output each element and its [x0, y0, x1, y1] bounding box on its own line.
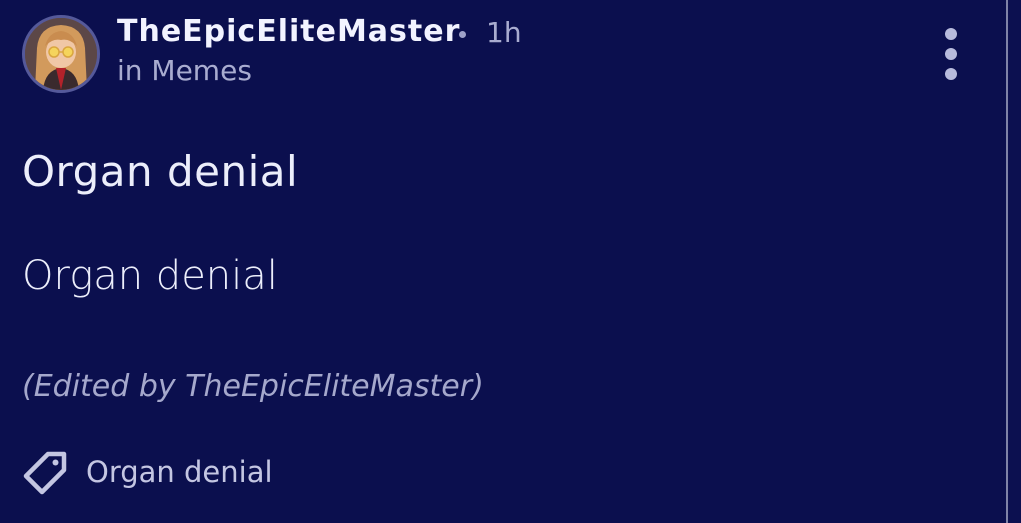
- avatar[interactable]: [22, 15, 100, 93]
- more-options-button[interactable]: [935, 26, 967, 82]
- edited-note: (Edited by TheEpicEliteMaster): [22, 369, 484, 404]
- post-body: Organ denial: [22, 253, 278, 299]
- more-dot-icon: [945, 68, 957, 80]
- more-dot-icon: [945, 28, 957, 40]
- tag-label: Organ denial: [86, 455, 273, 489]
- community-link[interactable]: in Memes: [117, 54, 252, 87]
- more-dot-icon: [945, 48, 957, 60]
- tag-chip[interactable]: Organ denial: [22, 445, 273, 499]
- tag-icon: [23, 451, 67, 495]
- avatar-image: [25, 18, 97, 90]
- post-time: 1h: [486, 16, 522, 49]
- separator-dot: [459, 31, 466, 38]
- author-name[interactable]: TheEpicEliteMaster: [117, 14, 460, 49]
- scrollbar-track: [1008, 0, 1021, 523]
- post-title: Organ denial: [22, 147, 299, 196]
- post-card: TheEpicEliteMaster 1h in Memes Organ den…: [0, 0, 1006, 523]
